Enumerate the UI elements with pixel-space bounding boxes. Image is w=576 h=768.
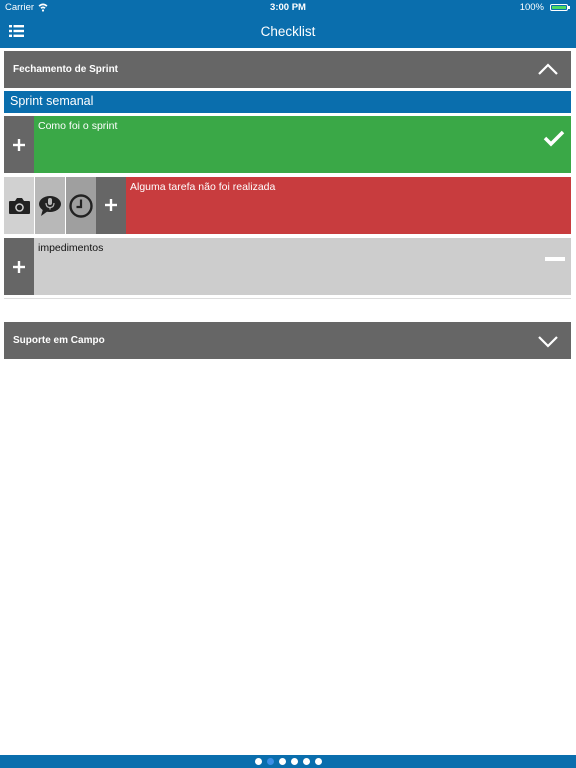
clock-icon <box>69 194 93 218</box>
section-title: Fechamento de Sprint <box>13 64 119 75</box>
status-bar: Carrier 3:00 PM 100% <box>0 0 576 16</box>
section-title: Suporte em Campo <box>13 335 105 346</box>
plus-icon <box>105 199 117 211</box>
camera-button[interactable] <box>4 177 34 234</box>
plus-icon <box>13 261 25 273</box>
chevron-up-icon <box>538 63 558 75</box>
section-header-suporte[interactable]: Suporte em Campo <box>4 322 571 359</box>
page-dot-active[interactable] <box>267 758 274 765</box>
add-button[interactable] <box>4 238 34 295</box>
minus-icon <box>545 257 565 261</box>
item-content[interactable]: Como foi o sprint <box>34 116 571 173</box>
checkmark-icon <box>543 130 565 147</box>
microphone-icon <box>39 196 61 216</box>
page-dot[interactable] <box>255 758 262 765</box>
page-dot[interactable] <box>291 758 298 765</box>
group-header: Sprint semanal <box>4 91 571 113</box>
section-header-fechamento[interactable]: Fechamento de Sprint <box>4 51 571 88</box>
page-dot[interactable] <box>279 758 286 765</box>
item-label: Alguma tarefa não foi realizada <box>130 181 276 193</box>
checklist-item[interactable]: impedimentos <box>4 238 571 295</box>
checklist-item[interactable]: Como foi o sprint <box>4 116 571 173</box>
group-title: Sprint semanal <box>10 94 94 108</box>
navigation-bar: Checklist <box>0 16 576 48</box>
audio-button[interactable] <box>35 177 65 234</box>
plus-icon <box>13 139 25 151</box>
camera-icon <box>9 198 30 214</box>
item-label: impedimentos <box>38 242 104 254</box>
add-button[interactable] <box>96 177 126 234</box>
chevron-down-icon <box>538 336 558 348</box>
page-title: Checklist <box>260 24 316 39</box>
page-dot[interactable] <box>315 758 322 765</box>
item-label: Como foi o sprint <box>38 120 118 132</box>
battery-percentage: 100% <box>519 2 544 13</box>
page-dot[interactable] <box>303 758 310 765</box>
add-button[interactable] <box>4 116 34 173</box>
checklist-item[interactable]: Alguma tarefa não foi realizada <box>4 177 571 234</box>
battery-icon <box>550 4 570 11</box>
time-button[interactable] <box>66 177 96 234</box>
page-indicator <box>0 755 576 768</box>
item-content[interactable]: Alguma tarefa não foi realizada <box>126 177 571 234</box>
divider <box>4 298 571 299</box>
clock-time: 3:00 PM <box>270 2 306 13</box>
item-content[interactable]: impedimentos <box>34 238 571 295</box>
